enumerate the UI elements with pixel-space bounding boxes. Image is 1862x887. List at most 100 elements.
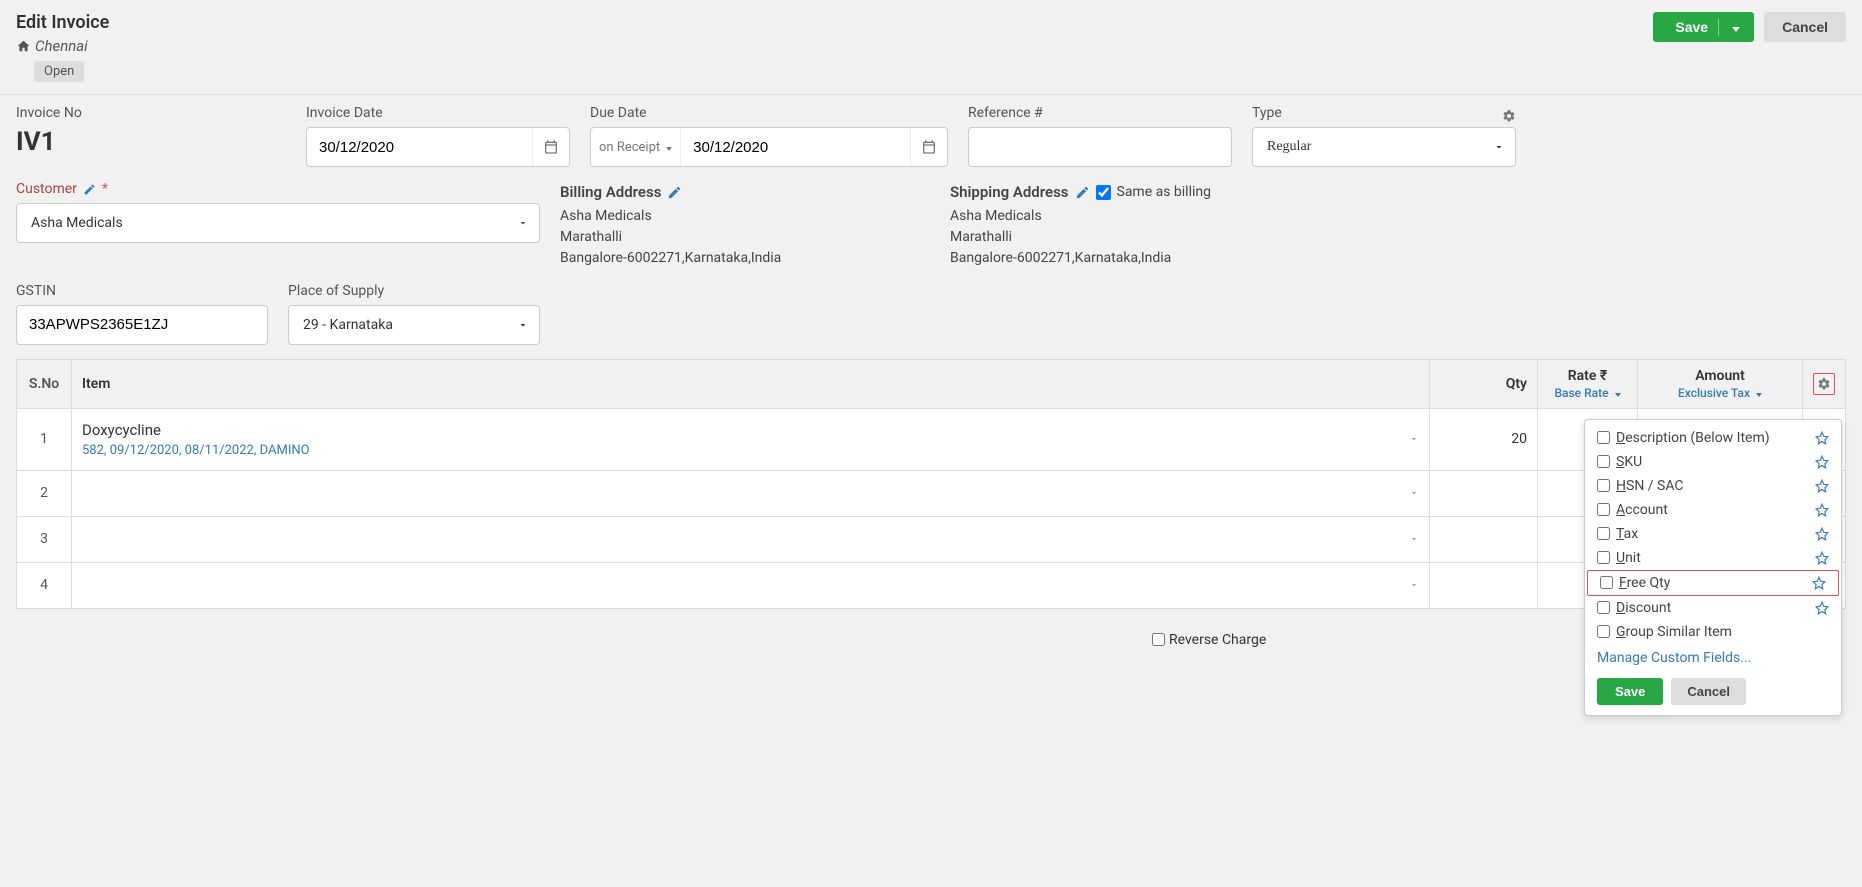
row-item-cell[interactable]: [72, 470, 1430, 516]
th-sno: S.No: [17, 359, 72, 408]
star-icon[interactable]: [1815, 479, 1829, 493]
row-item-cell[interactable]: Doxycycline 582, 09/12/2020, 08/11/2022,…: [72, 408, 1430, 470]
items-table: S.No Item Qty Rate ₹ Base Rate Amount Ex…: [16, 359, 1846, 609]
reference-input[interactable]: [968, 127, 1232, 167]
amount-mode-dropdown[interactable]: Exclusive Tax: [1648, 386, 1792, 400]
star-icon[interactable]: [1815, 551, 1829, 565]
due-date-field[interactable]: [681, 128, 910, 166]
column-option-label: Description (Below Item): [1616, 430, 1770, 446]
column-settings-button[interactable]: [1813, 373, 1835, 395]
shipping-name: Asha Medicals: [950, 206, 1846, 227]
edit-icon[interactable]: [667, 185, 682, 200]
customer-select[interactable]: Asha Medicals: [16, 203, 540, 243]
star-icon[interactable]: [1815, 455, 1829, 469]
same-as-billing-checkbox[interactable]: [1096, 185, 1111, 200]
star-icon[interactable]: [1815, 601, 1829, 615]
column-settings-popup: Description (Below Item) SKU HSN / SAC A…: [1584, 419, 1842, 716]
popup-cancel-button[interactable]: Cancel: [1671, 678, 1746, 705]
column-checkbox[interactable]: [1597, 551, 1610, 564]
type-value: Regular: [1267, 139, 1311, 155]
column-checkbox[interactable]: [1597, 527, 1610, 540]
due-date-mode[interactable]: on Receipt: [591, 128, 681, 166]
invoice-date-input[interactable]: [306, 127, 570, 167]
calendar-icon[interactable]: [910, 128, 947, 166]
billing-name: Asha Medicals: [560, 206, 930, 227]
row-qty[interactable]: [1430, 470, 1538, 516]
column-checkbox[interactable]: [1597, 503, 1610, 516]
customer-label: Customer *: [16, 181, 540, 197]
column-checkbox[interactable]: [1597, 625, 1610, 638]
popup-column-option[interactable]: SKU: [1585, 450, 1841, 474]
reverse-charge-checkbox[interactable]: [1152, 633, 1165, 646]
pencil-icon[interactable]: [83, 183, 96, 196]
row-sno: 3: [17, 516, 72, 562]
popup-column-option[interactable]: Free Qty: [1587, 570, 1839, 596]
column-checkbox[interactable]: [1597, 601, 1610, 614]
required-asterisk: *: [102, 181, 108, 197]
rate-mode-dropdown[interactable]: Base Rate: [1548, 386, 1627, 400]
calendar-icon[interactable]: [532, 128, 569, 166]
th-amount-text: Amount: [1648, 368, 1792, 384]
chevron-down-icon: [1493, 141, 1505, 153]
cancel-button[interactable]: Cancel: [1764, 12, 1846, 42]
billing-title-text: Billing Address: [560, 181, 661, 204]
popup-column-option[interactable]: Tax: [1585, 522, 1841, 546]
chevron-down-icon: [517, 319, 529, 331]
item-dropdown-icon[interactable]: [1409, 580, 1419, 590]
row-qty[interactable]: [1430, 562, 1538, 608]
gstin-input[interactable]: [16, 305, 268, 345]
shipping-line1: Marathalli: [950, 227, 1846, 248]
type-select[interactable]: Regular: [1252, 127, 1516, 167]
location: Chennai: [16, 37, 109, 55]
edit-icon[interactable]: [1075, 185, 1090, 200]
column-checkbox[interactable]: [1597, 479, 1610, 492]
column-checkbox[interactable]: [1600, 576, 1613, 589]
popup-save-button[interactable]: Save: [1597, 678, 1663, 705]
column-option-label: HSN / SAC: [1616, 478, 1684, 494]
popup-column-option[interactable]: Discount: [1585, 596, 1841, 620]
gstin-label: GSTIN: [16, 283, 268, 299]
row-qty[interactable]: [1430, 516, 1538, 562]
invoice-date-field[interactable]: [307, 128, 532, 166]
caret-icon: [664, 140, 672, 155]
row-item-cell[interactable]: [72, 516, 1430, 562]
item-dropdown-icon[interactable]: [1409, 534, 1419, 544]
invoice-date-label: Invoice Date: [306, 105, 570, 121]
popup-column-option[interactable]: Account: [1585, 498, 1841, 522]
gear-icon[interactable]: [1502, 109, 1516, 123]
place-of-supply-label: Place of Supply: [288, 283, 540, 299]
caret-icon: [1613, 386, 1621, 400]
save-button[interactable]: Save: [1653, 12, 1754, 42]
status-badge: Open: [34, 61, 84, 82]
due-date-label: Due Date: [590, 105, 948, 121]
item-name: Doxycycline: [82, 421, 1419, 439]
row-item-cell[interactable]: [72, 562, 1430, 608]
star-icon[interactable]: [1812, 576, 1826, 590]
customer-label-text: Customer: [16, 181, 77, 197]
star-icon[interactable]: [1815, 527, 1829, 541]
row-qty[interactable]: 20: [1430, 408, 1538, 470]
gstin-field[interactable]: [17, 306, 267, 344]
popup-column-option[interactable]: Unit: [1585, 546, 1841, 570]
popup-column-option[interactable]: Description (Below Item): [1585, 426, 1841, 450]
star-icon[interactable]: [1815, 431, 1829, 445]
reference-field[interactable]: [969, 128, 1231, 166]
column-checkbox[interactable]: [1597, 455, 1610, 468]
popup-column-option[interactable]: HSN / SAC: [1585, 474, 1841, 498]
reverse-charge[interactable]: Reverse Charge: [1152, 632, 1266, 648]
save-dropdown-icon[interactable]: [1729, 19, 1740, 35]
item-dropdown-icon[interactable]: [1409, 434, 1419, 444]
star-icon[interactable]: [1815, 503, 1829, 517]
table-row: 2: [17, 470, 1846, 516]
place-of-supply-select[interactable]: 29 - Karnataka: [288, 305, 540, 345]
billing-address-title: Billing Address: [560, 181, 930, 204]
column-option-label: Unit: [1616, 550, 1641, 566]
column-checkbox[interactable]: [1597, 431, 1610, 444]
manage-custom-fields-link[interactable]: Manage Custom Fields...: [1585, 644, 1841, 672]
due-date-input[interactable]: on Receipt: [590, 127, 948, 167]
item-dropdown-icon[interactable]: [1409, 488, 1419, 498]
item-batch-link[interactable]: 582, 09/12/2020, 08/11/2022, DAMINO: [82, 443, 1419, 458]
column-option-label: Discount: [1616, 600, 1671, 616]
popup-column-option[interactable]: Group Similar Item: [1585, 620, 1841, 644]
type-label: Type: [1252, 105, 1282, 121]
